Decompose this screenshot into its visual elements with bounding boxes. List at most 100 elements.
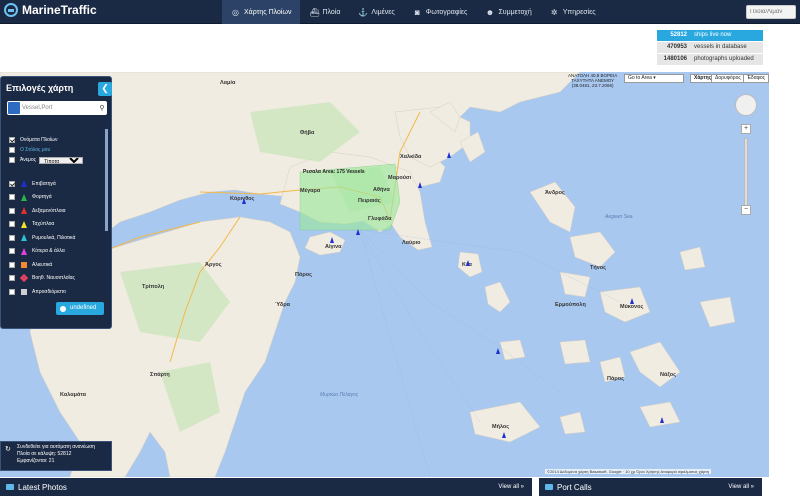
checkbox[interactable] [9, 194, 15, 201]
main-nav: ◎ Χάρτης Πλοίων ⛴ Πλοία ⚓ Λιμένες ◙ Φωτογραφ… [222, 0, 605, 24]
nav-vessel-map[interactable]: ◎ Χάρτης Πλοίων [222, 0, 301, 24]
map-label-tinos: Τήνος [590, 265, 606, 271]
map-label-ydra: Ύδρα [275, 302, 291, 308]
panel-action-button[interactable]: undefined [56, 302, 104, 315]
checkbox[interactable] [9, 288, 15, 295]
checkbox[interactable] [9, 261, 15, 268]
tug-ship-icon [21, 234, 27, 242]
map-label-athens: Αθήνα [373, 187, 390, 193]
port-calls-icon [545, 484, 553, 490]
zoom-in-button[interactable]: + [741, 124, 751, 134]
top-navbar: MarineTraffic ◎ Χάρτης Πλοίων ⛴ Πλοία ⚓ Λιμ… [0, 0, 800, 24]
latest-photos-bar: Latest Photos View all » [0, 478, 532, 496]
type-cargo[interactable]: Φορτηγά [9, 191, 105, 205]
logo-icon [4, 3, 18, 17]
ship-marker[interactable] [330, 237, 334, 243]
map-label-argos: Άργος [205, 262, 222, 268]
type-tug-pilot[interactable]: Ρυμουλκά, Πιλοτικά [9, 231, 105, 245]
pan-control[interactable] [735, 94, 757, 116]
ship-marker[interactable] [418, 182, 422, 188]
ship-marker[interactable] [496, 348, 500, 354]
checkbox[interactable] [9, 221, 15, 228]
map-label-tripoli: Τρίπολη [142, 284, 165, 290]
stat-photos: 1480106 photographs uploaded [657, 54, 763, 65]
checkbox[interactable] [9, 147, 15, 153]
nav-photos[interactable]: ◙ Φωτογραφίες [404, 0, 477, 24]
refresh-icon[interactable]: ↻ [5, 446, 11, 453]
map-label-thiva: Θήβα [300, 130, 315, 136]
option-wind[interactable]: Άνεμος Τίποτα [9, 155, 101, 165]
passenger-ship-icon [21, 180, 27, 188]
panel-collapse-button[interactable]: ❮ [98, 82, 112, 96]
map-options-list: Ονόματα Πλοίων Ο Στόλος μου Άνεμος Τίποτα [9, 135, 101, 165]
nav-participate[interactable]: ☻ Συμμετοχή [476, 0, 540, 24]
vessel-map[interactable]: Αθήνα Πειραιάς Μαρούσι Γλυφάδα Μέγαρα Κό… [0, 72, 769, 477]
map-label-kalamata: Καλαμάτα [60, 392, 87, 398]
checkbox[interactable] [9, 234, 15, 241]
option-ship-names[interactable]: Ονόματα Πλοίων [9, 135, 101, 145]
anchor-icon: ⚓ [358, 7, 369, 17]
type-fishing[interactable]: Αλιευτικά [9, 258, 105, 272]
map-type-satellite[interactable]: Δορυφόρος [711, 74, 745, 83]
type-high-speed[interactable]: Ταχύπλοα [9, 218, 105, 232]
map-label-poros: Πόρος [295, 272, 312, 278]
checkbox[interactable] [9, 157, 15, 163]
checkbox[interactable] [9, 207, 15, 214]
ship-marker[interactable] [630, 298, 634, 304]
map-landmass [0, 72, 736, 477]
zoom-out-button[interactable]: − [741, 205, 751, 215]
map-label-marousi: Μαρούσι [388, 175, 412, 181]
area-polygon-label: Ρεσαλα Area: 175 Vessels [303, 169, 365, 175]
panel-search-box[interactable]: Vessel,Port ⚲ [7, 101, 107, 115]
high-speed-ship-icon [21, 220, 27, 228]
checkbox[interactable] [9, 275, 15, 282]
type-yachts[interactable]: Κότερα & άλλα [9, 245, 105, 259]
fishing-ship-icon [21, 261, 27, 268]
map-label-aegean-sea: Aegean Sea [605, 214, 633, 220]
nav-ships[interactable]: ⛴ Πλοία [300, 0, 349, 24]
type-nav-aids[interactable]: Βοηθ. Ναυσιπλοΐας [9, 272, 105, 286]
ship-marker[interactable] [660, 417, 664, 423]
globe-icon: ◎ [232, 7, 239, 17]
latest-photos-view-all[interactable]: View all » [498, 484, 532, 490]
map-label-myrtoan-sea: Μυρτώο Πέλαγος [320, 392, 359, 398]
camera-icon [6, 484, 14, 490]
ship-marker[interactable] [466, 260, 470, 266]
stat-live-ships: 52812 ships live now [657, 30, 763, 41]
goto-area-select[interactable]: Go to Area ▾ [624, 74, 684, 83]
stats-box: 52812 ships live now 470953 vessels in dat… [657, 30, 763, 66]
info-icon [60, 305, 66, 312]
marinetraffic-logo[interactable]: MarineTraffic [4, 3, 97, 17]
checkbox[interactable] [9, 180, 15, 187]
option-my-fleet[interactable]: Ο Στόλος μου [9, 145, 101, 155]
search-icon[interactable]: ⚲ [97, 104, 107, 112]
ship-marker[interactable] [447, 152, 451, 158]
gear-icon: ✲ [550, 7, 558, 17]
map-type-terrain[interactable]: Έδαφος [743, 74, 770, 83]
map-label-lavrio: Λαύριο [402, 240, 421, 246]
wind-select[interactable]: Τίποτα [39, 156, 84, 164]
map-options-panel: Επιλογές χάρτη ❮ Vessel,Port ⚲ Ονόματα Π… [0, 76, 112, 329]
panel-scrollbar[interactable] [105, 129, 108, 231]
port-calls-view-all[interactable]: View all » [728, 484, 762, 490]
nav-ports[interactable]: ⚓ Λιμένες [349, 0, 403, 24]
ship-marker[interactable] [242, 198, 246, 204]
zoom-slider[interactable] [744, 138, 748, 206]
type-passenger[interactable]: Επιβατηγά [9, 177, 105, 191]
checkbox[interactable] [9, 248, 15, 255]
checkbox[interactable] [9, 137, 15, 143]
type-tanker[interactable]: Δεξαμενόπλοια [9, 204, 105, 218]
ship-marker[interactable] [502, 432, 506, 438]
map-label-glyfada: Γλυφάδα [368, 216, 392, 222]
ship-marker[interactable] [356, 229, 360, 235]
nav-services[interactable]: ✲ Υπηρεσίες [541, 0, 605, 24]
panel-title: Επιλογές χάρτη [6, 83, 74, 93]
cargo-ship-icon [21, 193, 27, 201]
type-unspecified[interactable]: Απροσδιόριστο [9, 285, 105, 299]
vessel-port-search-input[interactable] [746, 5, 796, 19]
ship-icon: ⛴ [309, 7, 320, 17]
map-label-naxos: Νάξος [660, 372, 676, 378]
map-label-andros: Άνδρος [545, 190, 565, 196]
map-label-peiraias: Πειραιάς [358, 198, 381, 204]
app-title: MarineTraffic [22, 3, 97, 17]
